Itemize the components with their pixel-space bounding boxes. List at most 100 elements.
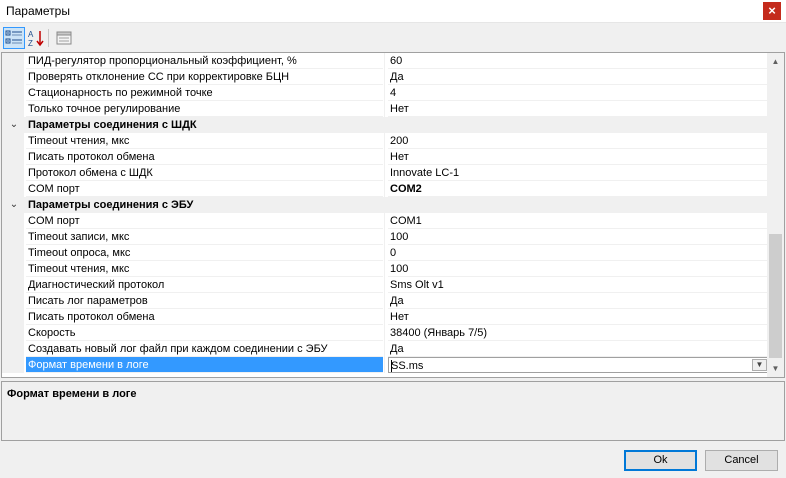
property-row[interactable]: Писать лог параметров Да — [2, 293, 769, 309]
column-splitter — [384, 341, 385, 357]
property-pages-icon — [56, 31, 72, 45]
property-value[interactable]: 200 — [388, 133, 769, 149]
property-row[interactable]: COM порт COM2 — [2, 181, 769, 197]
property-name: COM порт — [26, 181, 383, 197]
property-row-selected[interactable]: Формат времени в логе SS.ms ▼ — [2, 357, 769, 373]
property-value[interactable]: COM2 — [388, 181, 769, 197]
row-gutter — [2, 229, 24, 245]
property-name: Писать лог параметров — [26, 293, 383, 309]
property-value[interactable]: Нет — [388, 149, 769, 165]
property-row[interactable]: Timeout чтения, мкс 100 — [2, 261, 769, 277]
property-value[interactable]: 100 — [388, 261, 769, 277]
time-format-combobox[interactable]: SS.ms ▼ — [388, 357, 769, 373]
property-name: Формат времени в логе — [26, 357, 383, 373]
property-name: Стационарность по режимной точке — [26, 85, 383, 101]
description-title: Формат времени в логе — [7, 388, 137, 400]
property-rows: ПИД-регулятор пропорциональный коэффицие… — [2, 53, 769, 373]
property-name: Проверять отклонение СС при корректировк… — [26, 69, 383, 85]
column-splitter — [384, 101, 385, 117]
property-value[interactable]: 60 — [388, 53, 769, 69]
property-row[interactable]: Только точное регулирование Нет — [2, 101, 769, 117]
property-name: Timeout чтения, мкс — [26, 261, 383, 277]
column-splitter — [384, 165, 385, 181]
row-gutter — [2, 53, 24, 69]
property-value[interactable]: Innovate LC-1 — [388, 165, 769, 181]
property-value[interactable]: 100 — [388, 229, 769, 245]
svg-text:A: A — [28, 30, 34, 39]
row-gutter — [2, 325, 24, 341]
property-row[interactable]: ПИД-регулятор пропорциональный коэффицие… — [2, 53, 769, 69]
column-splitter — [384, 181, 385, 197]
property-value[interactable]: 4 — [388, 85, 769, 101]
row-gutter — [2, 101, 24, 117]
collapse-chevron-icon[interactable]: ⌄ — [7, 117, 21, 133]
property-row[interactable]: COM порт COM1 — [2, 213, 769, 229]
property-value[interactable]: Да — [388, 293, 769, 309]
column-splitter — [384, 325, 385, 341]
property-row[interactable]: Timeout записи, мкс 100 — [2, 229, 769, 245]
column-splitter — [384, 229, 385, 245]
property-value[interactable]: SS.ms — [391, 358, 423, 372]
column-splitter — [384, 357, 385, 373]
alphabetical-sort-icon: A Z — [28, 30, 44, 48]
category-header-shdk[interactable]: ⌄ Параметры соединения с ШДК — [2, 117, 769, 133]
toolbar: A Z — [0, 25, 786, 51]
row-gutter — [2, 165, 24, 181]
close-button[interactable]: × — [763, 2, 781, 20]
property-row[interactable]: Писать протокол обмена Нет — [2, 149, 769, 165]
property-row[interactable]: Скорость 38400 (Январь 7/5) — [2, 325, 769, 341]
row-gutter — [2, 181, 24, 197]
vertical-scrollbar[interactable]: ▲ ▼ — [767, 53, 784, 377]
row-gutter — [2, 213, 24, 229]
row-gutter — [2, 149, 24, 165]
property-name: Timeout опроса, мкс — [26, 245, 383, 261]
property-row[interactable]: Создавать новый лог файл при каждом соед… — [2, 341, 769, 357]
property-row[interactable]: Диагностический протокол Sms Olt v1 — [2, 277, 769, 293]
property-row[interactable]: Проверять отклонение СС при корректировк… — [2, 69, 769, 85]
column-splitter — [384, 277, 385, 293]
window-title: Параметры — [6, 4, 70, 18]
property-name: Создавать новый лог файл при каждом соед… — [26, 341, 383, 357]
property-row[interactable]: Протокол обмена с ШДК Innovate LC-1 — [2, 165, 769, 181]
property-value[interactable]: Да — [388, 69, 769, 85]
category-label: Параметры соединения с ЭБУ — [28, 199, 194, 211]
property-row[interactable]: Стационарность по режимной точке 4 — [2, 85, 769, 101]
row-gutter — [2, 69, 24, 85]
property-value[interactable]: Sms Olt v1 — [388, 277, 769, 293]
row-gutter — [2, 85, 24, 101]
property-name: ПИД-регулятор пропорциональный коэффицие… — [26, 53, 383, 69]
property-row[interactable]: Timeout опроса, мкс 0 — [2, 245, 769, 261]
property-value[interactable]: Нет — [388, 309, 769, 325]
property-name: Писать протокол обмена — [26, 149, 383, 165]
categorized-button[interactable] — [3, 27, 25, 49]
dropdown-button[interactable]: ▼ — [752, 359, 767, 371]
property-row[interactable]: Писать протокол обмена Нет — [2, 309, 769, 325]
category-header-ebu[interactable]: ⌄ Параметры соединения с ЭБУ — [2, 197, 769, 213]
title-bar: Параметры × — [0, 0, 786, 23]
collapse-chevron-icon[interactable]: ⌄ — [7, 197, 21, 213]
ok-button[interactable]: Ok — [624, 450, 697, 471]
property-value[interactable]: 0 — [388, 245, 769, 261]
property-value[interactable]: COM1 — [388, 213, 769, 229]
cancel-button[interactable]: Cancel — [705, 450, 778, 471]
column-splitter — [384, 261, 385, 277]
column-splitter — [384, 245, 385, 261]
row-gutter — [2, 245, 24, 261]
svg-text:Z: Z — [28, 39, 33, 48]
alphabetical-button[interactable]: A Z — [25, 27, 47, 49]
property-name: Timeout чтения, мкс — [26, 133, 383, 149]
property-name: Timeout записи, мкс — [26, 229, 383, 245]
row-gutter — [2, 357, 24, 373]
property-row[interactable]: Timeout чтения, мкс 200 — [2, 133, 769, 149]
property-name: Только точное регулирование — [26, 101, 383, 117]
property-value[interactable]: Да — [388, 341, 769, 357]
property-value[interactable]: Нет — [388, 101, 769, 117]
scroll-down-arrow-icon[interactable]: ▼ — [767, 360, 784, 377]
scroll-thumb[interactable] — [769, 234, 782, 358]
property-grid[interactable]: ПИД-регулятор пропорциональный коэффицие… — [1, 52, 785, 378]
property-pages-button[interactable] — [53, 27, 75, 49]
row-gutter — [2, 341, 24, 357]
property-value[interactable]: 38400 (Январь 7/5) — [388, 325, 769, 341]
scroll-up-arrow-icon[interactable]: ▲ — [767, 53, 784, 70]
row-gutter — [2, 277, 24, 293]
